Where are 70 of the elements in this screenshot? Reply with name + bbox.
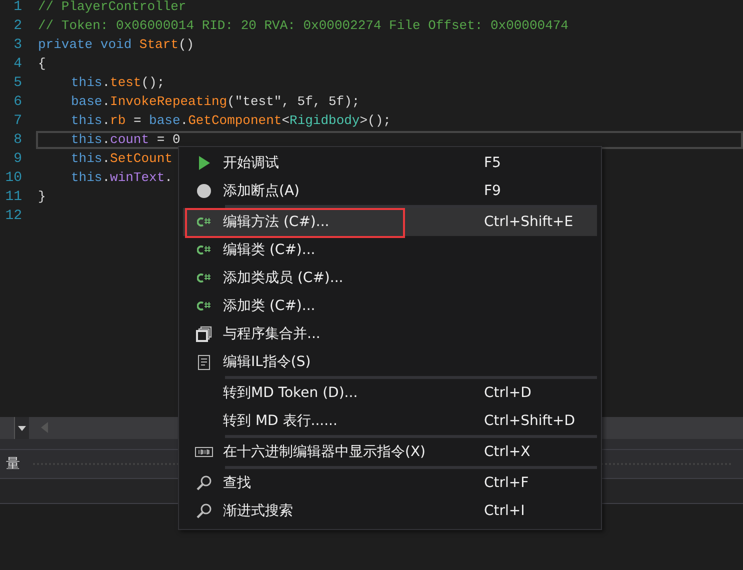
csharp-icon bbox=[197, 245, 211, 255]
menu-item-label: 渐进式搜索 bbox=[223, 502, 294, 520]
line-number: 11 bbox=[4, 188, 22, 204]
code-line: // Token: 0x06000014 RID: 20 RVA: 0x00002274 File Offset: 0x00000474 bbox=[38, 16, 570, 34]
shortcut-label: F5 bbox=[484, 155, 501, 171]
code-line: } bbox=[38, 188, 47, 206]
menu-item[interactable]: 编辑类 (C#)... bbox=[183, 236, 597, 264]
shortcut-label: Ctrl+D bbox=[484, 385, 532, 401]
menu-item[interactable]: 添加断点(A) F9 bbox=[183, 177, 597, 205]
menu-item-label: 查找 bbox=[223, 474, 252, 492]
dropdown-button[interactable] bbox=[14, 417, 29, 439]
menu-item[interactable]: 转到MD Token (D)... Ctrl+D bbox=[183, 379, 597, 407]
menu-item[interactable]: 与程序集合并... bbox=[183, 320, 597, 348]
code-line: this.SetCount bbox=[70, 150, 174, 168]
line-number: 2 bbox=[12, 18, 22, 34]
code-line: this.winText. bbox=[70, 168, 174, 186]
search-icon bbox=[196, 503, 212, 519]
csharp-icon bbox=[197, 217, 211, 227]
caret-icon bbox=[18, 426, 26, 430]
shortcut-label: Ctrl+Shift+E bbox=[484, 214, 574, 230]
menu-item[interactable]: 编辑IL指令(S) bbox=[183, 348, 597, 376]
code-line: this.rb = base.GetComponent<Rigidbody>(); bbox=[70, 112, 392, 130]
shortcut-label: Ctrl+X bbox=[484, 444, 530, 460]
shortcut-label: F9 bbox=[484, 183, 501, 199]
line-number: 6 bbox=[12, 94, 22, 110]
shortcut-label: Ctrl+F bbox=[484, 475, 529, 491]
panel-title[interactable]: 量 bbox=[6, 455, 20, 473]
csharp-icon bbox=[197, 301, 211, 311]
line-number: 10 bbox=[4, 170, 22, 186]
line-number: 5 bbox=[12, 74, 22, 90]
menu-item-label: 编辑方法 (C#)... bbox=[223, 213, 330, 231]
menu-item[interactable]: 渐进式搜索 Ctrl+I bbox=[183, 497, 597, 525]
circle-icon bbox=[197, 184, 211, 198]
code-line: { bbox=[38, 54, 47, 72]
menu-item[interactable]: 在十六进制编辑器中显示指令(X) Ctrl+X bbox=[183, 438, 597, 466]
code-line: base.InvokeRepeating("test", 5f, 5f); bbox=[70, 92, 361, 110]
menu-item[interactable]: 转到 MD 表行...... Ctrl+Shift+D bbox=[183, 407, 597, 435]
menu-item-label: 转到MD Token (D)... bbox=[223, 384, 359, 402]
code-line: this.test(); bbox=[70, 74, 166, 92]
menu-item-label: 开始调试 bbox=[223, 154, 280, 172]
line-number: 8 bbox=[12, 132, 22, 148]
play-icon bbox=[198, 156, 210, 170]
menu-item[interactable]: 编辑方法 (C#)... Ctrl+Shift+E bbox=[183, 208, 597, 236]
code-line: // PlayerController bbox=[38, 0, 188, 16]
menu-item-label: 添加断点(A) bbox=[223, 182, 301, 200]
menu-item-label: 与程序集合并... bbox=[223, 325, 322, 343]
line-number: 1 bbox=[12, 0, 22, 14]
code-line: private void Start() bbox=[38, 36, 196, 54]
line-number: 3 bbox=[12, 36, 22, 52]
line-number: 12 bbox=[4, 208, 22, 224]
line-number: 7 bbox=[12, 112, 22, 128]
menu-item-label: 转到 MD 表行...... bbox=[223, 412, 338, 430]
line-number: 9 bbox=[12, 150, 22, 166]
menu-item[interactable]: 添加类 (C#)... bbox=[183, 292, 597, 320]
line-number: 4 bbox=[12, 56, 22, 72]
shortcut-label: Ctrl+I bbox=[484, 503, 525, 519]
document-icon bbox=[198, 354, 210, 370]
stacked-windows-icon bbox=[196, 326, 212, 342]
menu-item-label: 添加类 (C#)... bbox=[223, 297, 316, 315]
csharp-icon bbox=[197, 273, 211, 283]
menu-item-label: 添加类成员 (C#)... bbox=[223, 269, 344, 287]
binary-icon bbox=[195, 447, 213, 457]
menu-item-label: 编辑IL指令(S) bbox=[223, 353, 312, 371]
menu-item[interactable]: 添加类成员 (C#)... bbox=[183, 264, 597, 292]
menu-item-label: 在十六进制编辑器中显示指令(X) bbox=[223, 443, 427, 461]
search-icon bbox=[196, 475, 212, 491]
menu-item[interactable]: 查找 Ctrl+F bbox=[183, 469, 597, 497]
menu-item[interactable]: 开始调试 F5 bbox=[183, 149, 597, 177]
menu-item-label: 编辑类 (C#)... bbox=[223, 241, 316, 259]
shortcut-label: Ctrl+Shift+D bbox=[484, 413, 575, 429]
